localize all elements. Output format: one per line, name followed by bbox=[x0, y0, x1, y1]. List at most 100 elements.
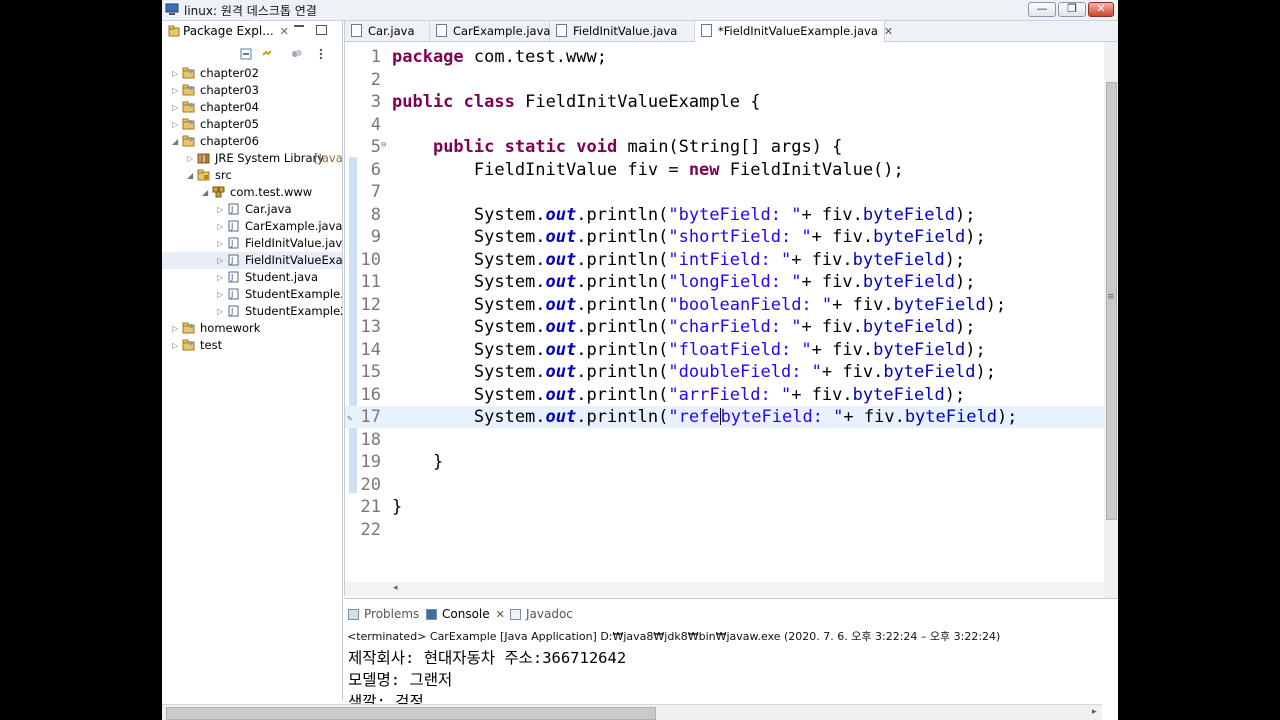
tree-item-label: chapter06 bbox=[200, 134, 259, 148]
scrollbar-thumb[interactable] bbox=[166, 707, 656, 720]
code-token: .println( bbox=[576, 407, 669, 427]
tree-item[interactable]: ▷ homework bbox=[162, 320, 342, 337]
expand-arrow-icon[interactable]: ▷ bbox=[217, 201, 225, 218]
package-explorer-icon bbox=[168, 25, 180, 37]
tree-item[interactable]: ▷ chapter03 bbox=[162, 82, 342, 99]
code-token: ); bbox=[965, 227, 986, 247]
expand-arrow-icon[interactable]: ▷ bbox=[172, 99, 180, 116]
expand-arrow-icon[interactable]: ▷ bbox=[217, 286, 225, 303]
maximize-view-icon[interactable] bbox=[316, 25, 327, 35]
code-token: + fiv. bbox=[801, 317, 863, 337]
scroll-left-icon[interactable]: ◂ bbox=[393, 583, 398, 593]
focus-icon[interactable] bbox=[291, 48, 303, 60]
code-line: 13 System.out.println("charField: "+ fiv… bbox=[345, 316, 1118, 338]
tab-editor-file[interactable]: Car.java bbox=[345, 21, 430, 41]
tree-item[interactable]: ▷ JRE System Library [Java bbox=[162, 150, 342, 167]
code-token: out bbox=[545, 384, 577, 405]
code-text: System.out.println("byteField: "+ fiv.by… bbox=[392, 204, 976, 226]
code-token: ); bbox=[975, 362, 996, 382]
tree-item[interactable]: ▷ J Student.java bbox=[162, 269, 342, 286]
console-panel: Problems Console ✕ Javadoc <terminated> Car… bbox=[344, 598, 1118, 711]
project-icon bbox=[182, 339, 195, 351]
restore-button[interactable]: ❐ bbox=[1058, 2, 1086, 17]
expand-arrow-icon[interactable]: ▷ bbox=[172, 116, 180, 133]
collapse-arrow-icon[interactable]: ◢ bbox=[187, 167, 195, 184]
code-token: + fiv. bbox=[811, 339, 874, 360]
editor-horizontal-scrollbar[interactable]: ◂ bbox=[345, 582, 1105, 596]
code-text: System.out.println("longField: "+ fiv.by… bbox=[392, 271, 976, 293]
expand-arrow-icon[interactable]: ▷ bbox=[172, 337, 180, 354]
tree-item[interactable]: ▷ J FieldInitValue.java bbox=[162, 235, 342, 252]
tab-javadoc[interactable]: Javadoc bbox=[510, 607, 573, 621]
tree-item[interactable]: ◢ chapter06 bbox=[162, 133, 342, 150]
link-with-editor-icon[interactable] bbox=[261, 48, 273, 60]
expand-arrow-icon[interactable]: ▷ bbox=[217, 235, 225, 252]
code-line: 7 bbox=[345, 181, 1118, 203]
tree-item[interactable]: ▷ J CarExample.java bbox=[162, 218, 342, 235]
project-icon bbox=[182, 118, 195, 130]
code-line: 18 bbox=[345, 429, 1118, 451]
minimize-button[interactable]: — bbox=[1028, 2, 1056, 17]
collapse-all-icon[interactable] bbox=[240, 48, 252, 60]
code-token: .println( bbox=[576, 227, 669, 247]
code-line: 4 bbox=[345, 114, 1118, 136]
expand-arrow-icon[interactable]: ▷ bbox=[217, 303, 225, 320]
close-icon[interactable]: ✕ bbox=[280, 25, 289, 38]
window-horizontal-scrollbar[interactable]: ▸ bbox=[162, 704, 1102, 720]
tree-item[interactable]: ▷ J Car.java bbox=[162, 201, 342, 218]
tree-item[interactable]: ▷ chapter04 bbox=[162, 99, 342, 116]
tab-editor-file[interactable]: CarExample.java bbox=[430, 21, 550, 41]
line-number: 4 bbox=[370, 114, 381, 135]
tree-item[interactable]: ▷ chapter05 bbox=[162, 116, 342, 133]
expand-arrow-icon[interactable]: ▷ bbox=[172, 65, 180, 82]
svg-text:J: J bbox=[230, 239, 233, 248]
expand-arrow-icon[interactable]: ▷ bbox=[217, 269, 225, 286]
fold-toggle-icon[interactable]: ⊖ bbox=[381, 134, 386, 156]
tree-item[interactable]: ▷ chapter02 bbox=[162, 65, 342, 82]
code-token: com.test.www; bbox=[463, 47, 607, 67]
tree-item-label: CarExample.java bbox=[245, 219, 342, 233]
code-editor[interactable]: 1 package com.test.www; 2 3 public class Fie… bbox=[345, 43, 1118, 583]
minimize-view-icon[interactable] bbox=[294, 25, 304, 29]
code-token: "byteField: " bbox=[668, 204, 802, 225]
tab-problems[interactable]: Problems bbox=[348, 607, 419, 621]
tree-item-label: FieldInitValue.java bbox=[245, 236, 342, 250]
expand-arrow-icon[interactable]: ▷ bbox=[217, 252, 225, 269]
code-line: 8 System.out.println("byteField: "+ fiv.… bbox=[345, 204, 1118, 226]
close-icon[interactable]: ✕ bbox=[884, 25, 893, 38]
library-icon bbox=[197, 153, 210, 164]
tab-console[interactable]: Console ✕ bbox=[424, 607, 507, 621]
tree-item[interactable]: ▷ J StudentExample.ja bbox=[162, 286, 342, 303]
collapse-arrow-icon[interactable]: ◢ bbox=[172, 133, 180, 150]
tree-item[interactable]: ▷ J StudentExample2. bbox=[162, 303, 342, 320]
tab-editor-file[interactable]: FieldInitValue.java bbox=[550, 21, 695, 41]
code-token: ); bbox=[954, 272, 976, 292]
collapse-arrow-icon[interactable]: ◢ bbox=[202, 184, 210, 201]
tree-item-label: test bbox=[200, 338, 223, 352]
tree-item[interactable]: ▷ test bbox=[162, 337, 342, 354]
tree-item[interactable]: ◢ src bbox=[162, 167, 342, 184]
close-button[interactable]: ✕ bbox=[1088, 2, 1114, 17]
tab-label: Javadoc bbox=[526, 607, 573, 621]
expand-arrow-icon[interactable]: ▷ bbox=[172, 82, 180, 99]
tab-package-explorer[interactable]: Package Expl... ✕ bbox=[183, 24, 289, 38]
tree-item[interactable]: ▷ J FieldInitValueExam bbox=[162, 252, 342, 269]
tab-editor-file[interactable]: *FieldInitValueExample.java ✕ bbox=[695, 21, 893, 42]
tree-item[interactable]: ◢ com.test.www bbox=[162, 184, 342, 201]
view-menu-icon[interactable] bbox=[315, 48, 327, 60]
code-line: 20 bbox=[345, 474, 1118, 496]
expand-arrow-icon[interactable]: ▷ bbox=[187, 150, 195, 167]
code-token: out bbox=[545, 249, 577, 270]
tree-item-label: homework bbox=[200, 321, 261, 335]
expand-arrow-icon[interactable]: ▷ bbox=[217, 218, 225, 235]
close-icon[interactable]: ✕ bbox=[496, 608, 505, 621]
scroll-right-icon[interactable]: ▸ bbox=[1092, 707, 1097, 717]
expand-arrow-icon[interactable]: ▷ bbox=[172, 320, 180, 337]
project-icon bbox=[182, 67, 195, 79]
line-number: 21 bbox=[360, 497, 381, 517]
code-token: + fiv. bbox=[791, 249, 853, 270]
svg-text:J: J bbox=[230, 307, 233, 316]
code-token: byteField bbox=[873, 227, 966, 247]
